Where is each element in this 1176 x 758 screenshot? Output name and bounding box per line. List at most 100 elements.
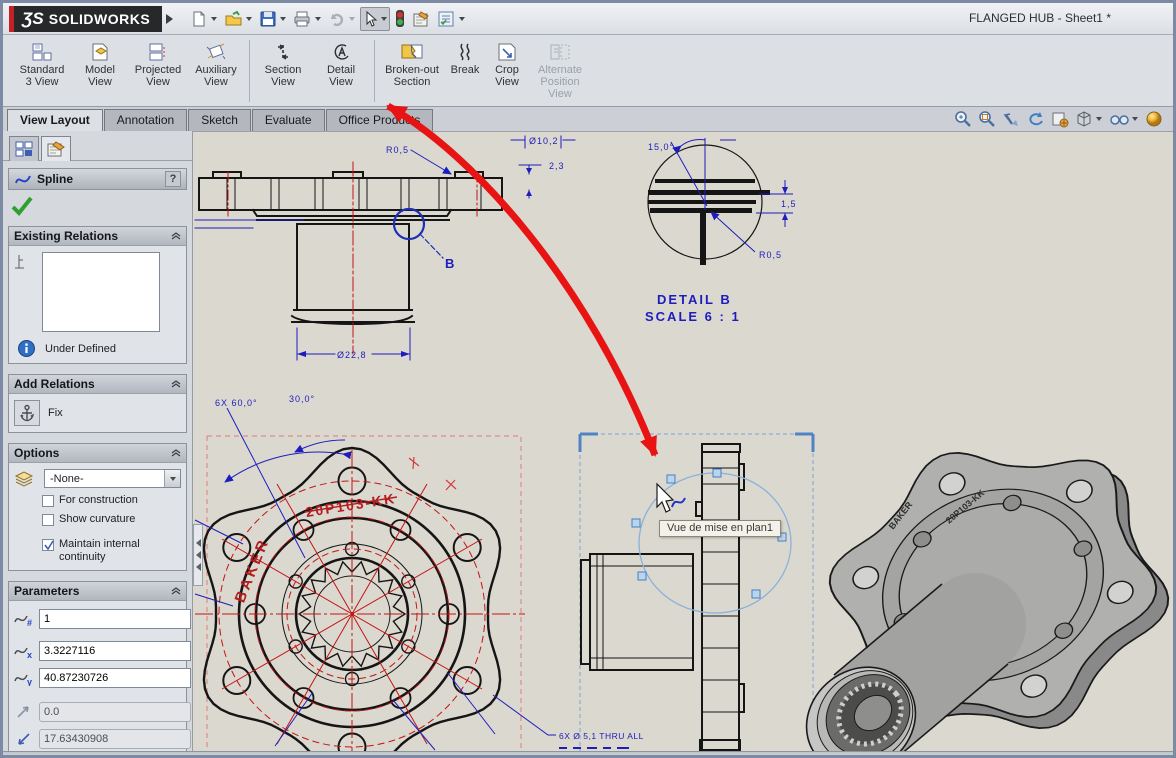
section-view-icon (273, 40, 293, 64)
for-construction-label: For construction (59, 494, 138, 507)
break-button[interactable]: Break (445, 38, 485, 78)
detail-view-icon (330, 40, 352, 64)
svg-text:B: B (445, 256, 456, 271)
fix-relation-button[interactable] (14, 400, 40, 426)
side-view[interactable]: B R0,5 Ø10,2 2,3 Ø22,8 (195, 136, 575, 360)
open-button[interactable] (222, 7, 255, 31)
tangent-arrow-ne-icon (14, 705, 34, 719)
traffic-light-icon (394, 9, 406, 28)
rotate-view-icon[interactable] (1027, 110, 1045, 128)
help-button[interactable]: ? (165, 171, 181, 187)
print-button[interactable] (291, 7, 324, 31)
svg-text:Ø10,2: Ø10,2 (529, 136, 559, 146)
collapse-chevron-icon[interactable] (171, 380, 181, 388)
edit-appearance-icon[interactable] (1145, 110, 1163, 128)
drawing-sheet[interactable]: B R0,5 Ø10,2 2,3 Ø22,8 (193, 132, 1173, 751)
zoom-to-area-icon[interactable] (978, 110, 996, 128)
svg-text:x: x (27, 650, 32, 659)
undo-button[interactable] (326, 7, 358, 31)
maintain-continuity-checkbox[interactable] (42, 539, 54, 551)
broken-out-section-button[interactable]: Broken-out Section (379, 38, 445, 90)
relation-status: Under Defined (45, 343, 116, 355)
auxiliary-view-button[interactable]: Auxiliary View (187, 38, 245, 90)
svg-text:2,3: 2,3 (549, 161, 565, 171)
ribbon-separator (249, 40, 250, 102)
select-tool-button[interactable] (360, 7, 390, 31)
collapse-chevron-icon[interactable] (171, 587, 181, 595)
standard-3-view-button[interactable]: Standard 3 View (13, 38, 71, 90)
solidworks-logo-mark: ƷS (22, 9, 44, 29)
ok-check-icon[interactable] (11, 196, 33, 216)
detail-view-button[interactable]: Detail View (312, 38, 370, 90)
info-icon (18, 340, 35, 357)
tab-view-layout[interactable]: View Layout (7, 109, 103, 131)
y-coordinate-input[interactable] (39, 668, 191, 688)
relations-listbox[interactable] (42, 252, 160, 332)
drawing-canvas[interactable]: B R0,5 Ø10,2 2,3 Ø22,8 (193, 131, 1173, 751)
hide-show-items-icon[interactable] (1109, 110, 1139, 128)
collapse-chevron-icon[interactable] (171, 449, 181, 457)
property-manager-panel: Spline ? Existing Relations Under Define… (3, 131, 193, 751)
display-style-icon[interactable] (1075, 110, 1103, 128)
layer-select[interactable]: -None- (44, 469, 181, 488)
spline-y-icon: y (14, 670, 34, 686)
tab-annotation[interactable]: Annotation (104, 109, 187, 131)
undo-icon (328, 10, 346, 28)
model-view-button[interactable]: Model View (71, 38, 129, 90)
existing-relations-group: Existing Relations Under Defined (8, 226, 187, 364)
tab-evaluate[interactable]: Evaluate (252, 109, 325, 131)
solidworks-logo: ƷS SOLIDWORKS (9, 6, 162, 32)
front-view[interactable]: BAKER 20P103-KK 6X 60,0° 30,0° (195, 394, 556, 751)
detail-b-view[interactable]: 15,0° 1,5 R0,5 DETAIL B SCALE 6 : 1 (645, 138, 797, 324)
parameters-group: Parameters # x y (8, 581, 187, 751)
add-relations-group: Add Relations Fix (8, 374, 187, 433)
sheet-properties-button[interactable] (410, 7, 433, 31)
document-title: FLANGED HUB - Sheet1 * (969, 11, 1111, 25)
panel-splitter[interactable] (193, 524, 203, 586)
for-construction-row: For construction (42, 494, 181, 507)
existing-relations-title: Existing Relations (14, 229, 118, 243)
spline-icon (14, 172, 32, 186)
previous-view-icon[interactable] (1002, 110, 1021, 128)
panel-tab-strip (3, 131, 192, 161)
collapse-chevron-icon[interactable] (171, 232, 181, 240)
isometric-view[interactable]: BAKER 20P103-KK (785, 399, 1173, 751)
svg-text:DETAIL B: DETAIL B (657, 292, 732, 307)
options-button[interactable] (435, 7, 468, 31)
tab-office-products[interactable]: Office Products (326, 109, 434, 131)
section-view-button[interactable]: Section View (254, 38, 312, 90)
toolbar-expand-arrow-icon[interactable] (166, 14, 178, 24)
alternate-position-view-button[interactable]: Alternate Position View (529, 38, 591, 102)
point-number-input[interactable] (39, 609, 191, 629)
for-construction-checkbox[interactable] (42, 495, 54, 507)
show-curvature-checkbox[interactable] (42, 514, 54, 526)
add-relations-title: Add Relations (14, 377, 95, 391)
new-document-button[interactable] (188, 7, 220, 31)
alternate-position-view-icon (548, 40, 572, 64)
svg-text:30,0°: 30,0° (289, 394, 315, 404)
feature-manager-tab[interactable] (9, 136, 39, 161)
rebuild-button[interactable] (392, 6, 408, 31)
parameters-title: Parameters (14, 584, 79, 598)
checkmark-icon (43, 540, 54, 551)
feature-tree-icon (15, 141, 33, 157)
projected-side-view[interactable] (580, 434, 813, 751)
auxiliary-view-icon (205, 40, 227, 64)
property-manager-icon (46, 141, 66, 158)
property-manager-tab[interactable] (41, 136, 71, 161)
pan-sheet-icon[interactable] (1051, 110, 1069, 128)
heads-up-view-toolbar (954, 110, 1173, 131)
zoom-to-fit-icon[interactable] (954, 110, 972, 128)
layers-icon (14, 470, 36, 488)
svg-text:R0,5: R0,5 (386, 145, 409, 155)
x-coordinate-input[interactable] (39, 641, 191, 661)
projected-view-button[interactable]: Projected View (129, 38, 187, 90)
options-list-icon (437, 10, 456, 28)
ribbon-separator (374, 40, 375, 102)
crop-view-button[interactable]: Crop View (485, 38, 529, 90)
fix-relation-label: Fix (48, 407, 63, 419)
dropdown-arrow-icon[interactable] (164, 470, 180, 487)
tab-sketch[interactable]: Sketch (188, 109, 251, 131)
svg-text:1,5: 1,5 (781, 199, 797, 209)
save-button[interactable] (257, 7, 289, 31)
